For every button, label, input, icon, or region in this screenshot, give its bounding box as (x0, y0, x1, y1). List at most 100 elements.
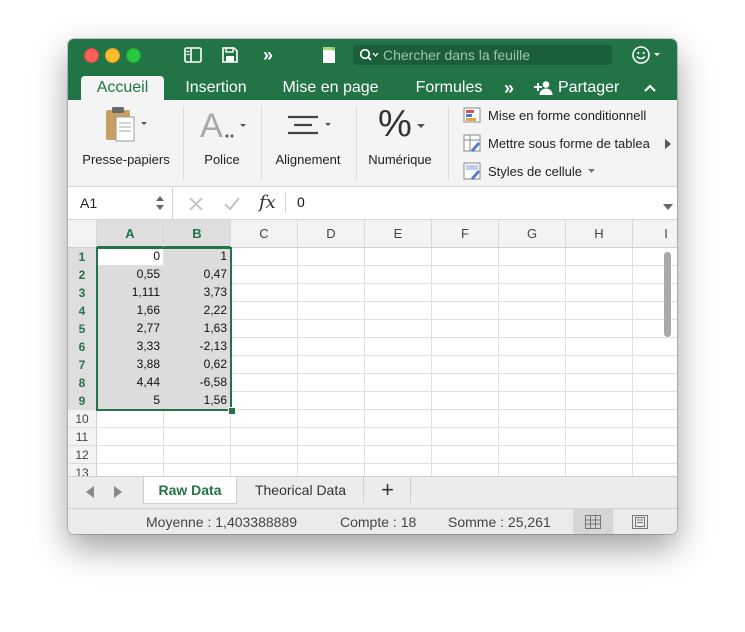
cell-f2[interactable] (432, 266, 499, 284)
cell-h3[interactable] (566, 284, 633, 302)
row-header-3[interactable]: 3 (68, 284, 97, 302)
cell-i6[interactable] (633, 338, 677, 356)
cell-f11[interactable] (432, 428, 499, 446)
cell-c7[interactable] (231, 356, 298, 374)
cell-b10[interactable] (164, 410, 231, 428)
cell-g7[interactable] (499, 356, 566, 374)
cell-b6[interactable]: -2,13 (164, 338, 231, 356)
vertical-scrollbar[interactable] (664, 252, 671, 337)
cell-e3[interactable] (365, 284, 432, 302)
tab-formules[interactable]: Formules (406, 76, 492, 100)
document-icon[interactable] (318, 44, 340, 66)
row-header-12[interactable]: 12 (68, 446, 97, 464)
cell-g3[interactable] (499, 284, 566, 302)
cell-h2[interactable] (566, 266, 633, 284)
cell-b1[interactable]: 1 (164, 248, 231, 266)
column-header-h[interactable]: H (566, 220, 633, 248)
cell-b12[interactable] (164, 446, 231, 464)
cell-a11[interactable] (97, 428, 164, 446)
cell-a12[interactable] (97, 446, 164, 464)
cancel-icon[interactable] (188, 196, 204, 215)
cell-d8[interactable] (298, 374, 365, 392)
name-box[interactable]: A1 (80, 195, 140, 211)
column-header-d[interactable]: D (298, 220, 365, 248)
cell-h13[interactable] (566, 464, 633, 476)
cell-f9[interactable] (432, 392, 499, 410)
minimize-window-button[interactable] (105, 48, 120, 63)
cell-g1[interactable] (499, 248, 566, 266)
close-window-button[interactable] (84, 48, 99, 63)
cell-a13[interactable] (97, 464, 164, 476)
column-header-a[interactable]: A (97, 220, 164, 248)
number-group[interactable]: % Numérique (360, 100, 440, 186)
cell-e1[interactable] (365, 248, 432, 266)
cell-i10[interactable] (633, 410, 677, 428)
alignment-group[interactable]: Alignement (264, 100, 352, 186)
cell-h12[interactable] (566, 446, 633, 464)
cell-c11[interactable] (231, 428, 298, 446)
row-header-7[interactable]: 7 (68, 356, 97, 374)
normal-view-button[interactable] (573, 509, 613, 534)
row-header-1[interactable]: 1 (68, 248, 97, 266)
cell-e7[interactable] (365, 356, 432, 374)
cell-g11[interactable] (499, 428, 566, 446)
row-header-13[interactable]: 13 (68, 464, 97, 476)
cell-d10[interactable] (298, 410, 365, 428)
cell-c9[interactable] (231, 392, 298, 410)
column-header-b[interactable]: B (164, 220, 231, 248)
cell-f6[interactable] (432, 338, 499, 356)
cell-e11[interactable] (365, 428, 432, 446)
clipboard-group[interactable]: Presse-papiers (74, 100, 178, 186)
cell-d7[interactable] (298, 356, 365, 374)
cell-c13[interactable] (231, 464, 298, 476)
cell-g6[interactable] (499, 338, 566, 356)
ribbon-overflow-icon[interactable] (665, 137, 671, 152)
cell-c3[interactable] (231, 284, 298, 302)
cell-c8[interactable] (231, 374, 298, 392)
cell-b13[interactable] (164, 464, 231, 476)
cell-f5[interactable] (432, 320, 499, 338)
cell-b3[interactable]: 3,73 (164, 284, 231, 302)
cell-c12[interactable] (231, 446, 298, 464)
more-tabs-icon[interactable]: » (498, 76, 520, 100)
expand-formula-icon[interactable] (663, 199, 673, 214)
cell-h1[interactable] (566, 248, 633, 266)
cell-d11[interactable] (298, 428, 365, 446)
cell-d3[interactable] (298, 284, 365, 302)
cell-c4[interactable] (231, 302, 298, 320)
cell-f1[interactable] (432, 248, 499, 266)
cell-c10[interactable] (231, 410, 298, 428)
cell-d13[interactable] (298, 464, 365, 476)
cell-d2[interactable] (298, 266, 365, 284)
cell-f3[interactable] (432, 284, 499, 302)
smiley-icon[interactable] (631, 44, 665, 66)
cell-d4[interactable] (298, 302, 365, 320)
cell-f8[interactable] (432, 374, 499, 392)
font-group[interactable]: A Police (186, 100, 258, 186)
cell-a10[interactable] (97, 410, 164, 428)
cell-b2[interactable]: 0,47 (164, 266, 231, 284)
cell-d5[interactable] (298, 320, 365, 338)
column-header-i[interactable]: I (633, 220, 677, 248)
cell-d12[interactable] (298, 446, 365, 464)
column-header-e[interactable]: E (365, 220, 432, 248)
cell-g4[interactable] (499, 302, 566, 320)
cell-b5[interactable]: 1,63 (164, 320, 231, 338)
save-icon[interactable] (218, 44, 242, 66)
sheet-tab-theorical-data[interactable]: Theorical Data (238, 477, 364, 503)
cell-b4[interactable]: 2,22 (164, 302, 231, 320)
more-icon[interactable]: » (256, 44, 280, 66)
cell-e10[interactable] (365, 410, 432, 428)
add-sheet-button[interactable]: + (365, 477, 411, 503)
cell-styles-button[interactable]: Styles de cellule (463, 160, 595, 182)
cell-a2[interactable]: 0,55 (97, 266, 164, 284)
cell-h8[interactable] (566, 374, 633, 392)
column-header-g[interactable]: G (499, 220, 566, 248)
row-header-6[interactable]: 6 (68, 338, 97, 356)
cell-g5[interactable] (499, 320, 566, 338)
row-header-8[interactable]: 8 (68, 374, 97, 392)
page-layout-view-button[interactable] (620, 509, 660, 534)
cell-h6[interactable] (566, 338, 633, 356)
cell-h4[interactable] (566, 302, 633, 320)
tab-insertion[interactable]: Insertion (174, 76, 258, 100)
